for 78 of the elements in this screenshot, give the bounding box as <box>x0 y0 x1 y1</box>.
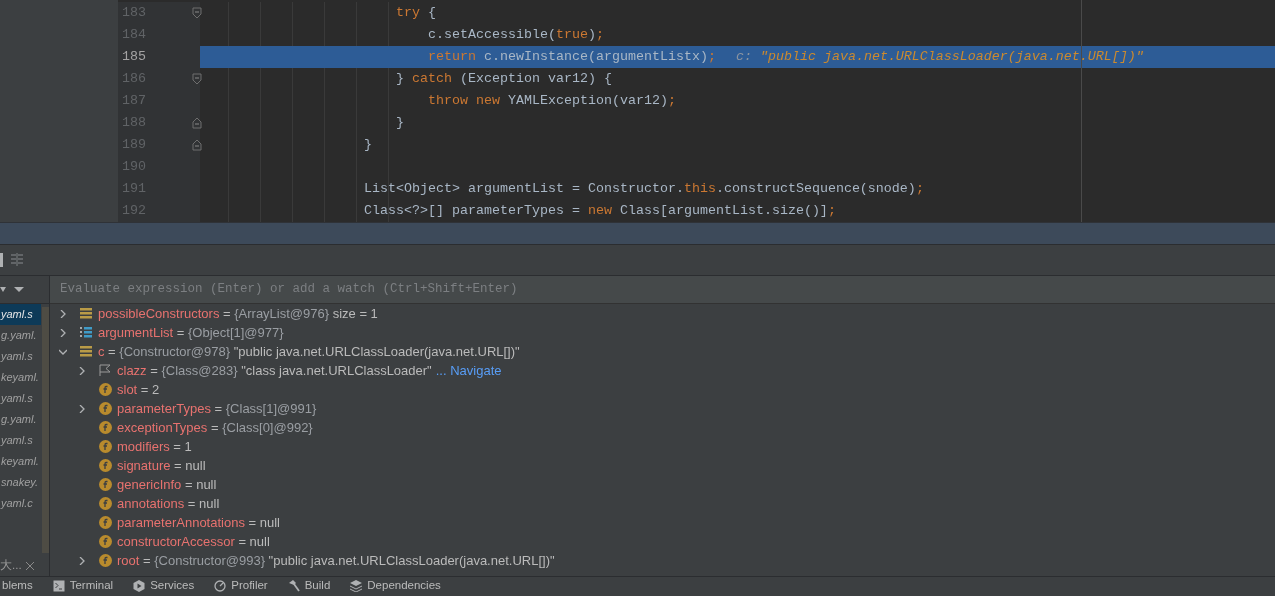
code-line: try { <box>394 4 436 22</box>
variable-entry: modifiers = 1 <box>117 437 192 456</box>
variable-entry: genericInfo = null <box>117 475 217 494</box>
frame-item[interactable]: yaml.s <box>0 304 41 325</box>
variable-entry: argumentList = {Object[1]@977} <box>98 323 284 342</box>
tab-label[interactable]: Services <box>150 579 195 592</box>
variable-entry: root = {Constructor@993} "public java.net.URLClassLoader(java.net.URL[])" <box>117 551 555 570</box>
tab-label[interactable]: Build <box>304 579 331 592</box>
frame-item[interactable]: keyaml. <box>0 451 41 472</box>
fold-marker-icon[interactable] <box>192 7 202 19</box>
field-icon <box>99 478 112 491</box>
play-icon[interactable] <box>133 579 146 592</box>
field-icon <box>99 459 112 472</box>
gauge-icon[interactable] <box>214 579 227 592</box>
variable-entry: clazz = {Class@283} "class java.net.URLClassLoader" <box>117 361 432 380</box>
fold-marker-icon[interactable] <box>192 139 202 151</box>
navigate-link[interactable]: ... Navigate <box>435 360 502 381</box>
code-line: } catch (Exception var12) { <box>394 70 612 88</box>
variable-entry: signature = null <box>117 456 206 475</box>
variable-entry: constructorAccessor = null <box>117 532 270 551</box>
tab-label[interactable]: blems <box>2 579 33 592</box>
frame-item[interactable]: yaml.c <box>0 493 41 514</box>
collapse-chevron-icon[interactable] <box>59 347 67 356</box>
variable-entry: parameterTypes = {Class[1]@991} <box>117 399 317 418</box>
expand-chevron-icon[interactable] <box>78 404 86 413</box>
code-line: } <box>394 114 404 132</box>
field-icon <box>99 516 112 529</box>
expand-chevron-icon[interactable] <box>59 309 67 318</box>
array-icon <box>80 326 93 339</box>
caret-icon[interactable] <box>0 286 6 293</box>
code-line: c.setAccessible(true); <box>426 26 604 44</box>
field-icon <box>99 554 112 567</box>
code-line: return c.newInstance(argumentListx); <box>426 48 716 66</box>
frame-item[interactable]: snakey. <box>0 472 41 493</box>
list-icon <box>80 307 93 320</box>
expand-chevron-icon[interactable] <box>78 366 86 375</box>
scrollbar-thumb[interactable] <box>42 307 49 553</box>
frame-item[interactable]: yaml.s <box>0 430 41 451</box>
tab-label[interactable]: Profiler <box>231 579 268 592</box>
variable-entry: exceptionTypes = {Class[0]@992} <box>117 418 313 437</box>
expand-chevron-icon[interactable] <box>59 328 67 337</box>
variable-entry: annotations = null <box>117 494 220 513</box>
expand-chevron-icon[interactable] <box>78 556 86 565</box>
field-icon <box>99 535 112 548</box>
frame-item[interactable]: g.yaml. <box>0 409 41 430</box>
hammer-icon[interactable] <box>287 579 300 592</box>
stack-icon[interactable] <box>350 579 363 592</box>
inline-value-hint: c: "public java.net.URLClassLoader(java.net.URL[])" <box>735 48 1144 66</box>
frame-item[interactable]: yaml.s <box>0 346 41 367</box>
code-line: List<Object> argumentList = Constructor.this.constructSequence(snode); <box>362 180 924 198</box>
flag-icon <box>99 364 112 377</box>
field-icon <box>99 421 112 434</box>
close-icon[interactable] <box>25 562 34 570</box>
variable-entry: c = {Constructor@978} "public java.net.URLClassLoader(java.net.URL[])" <box>98 342 520 361</box>
field-icon <box>99 402 112 415</box>
field-icon <box>99 497 112 510</box>
watch-input-field[interactable]: Evaluate expression (Enter) or add a watch (Ctrl+Shift+Enter) <box>58 279 1275 300</box>
field-icon <box>99 440 112 453</box>
variable-entry: parameterAnnotations = null <box>117 513 280 532</box>
line-number: 185 <box>122 48 146 66</box>
frame-item[interactable]: yaml.s <box>0 388 41 409</box>
list-icon <box>80 345 93 358</box>
terminal-icon[interactable] <box>52 579 65 592</box>
fold-marker-icon[interactable] <box>192 117 202 129</box>
frame-item[interactable]: g.yaml. <box>0 325 41 346</box>
hint-text: 大... <box>0 558 22 574</box>
variable-entry: slot = 2 <box>117 380 160 399</box>
toolbar-icon[interactable] <box>0 253 4 267</box>
field-icon <box>99 383 112 396</box>
variable-entry: possibleConstructors = {ArrayList@976} size = 1 <box>98 304 378 323</box>
code-line: } <box>362 136 372 154</box>
code-line: Class<?>[] parameterTypes = new Class[argumentList.size()]; <box>362 202 836 220</box>
frame-item[interactable]: keyaml. <box>0 367 41 388</box>
tab-label[interactable]: Terminal <box>69 579 114 592</box>
fold-marker-icon[interactable] <box>192 73 202 85</box>
tab-label[interactable]: Dependencies <box>367 579 441 592</box>
watch-field[interactable]: Evaluate expression (Enter) or add a watch (Ctrl+Shift+Enter) <box>50 276 1275 304</box>
code-line: throw new YAMLException(var12); <box>426 92 676 110</box>
